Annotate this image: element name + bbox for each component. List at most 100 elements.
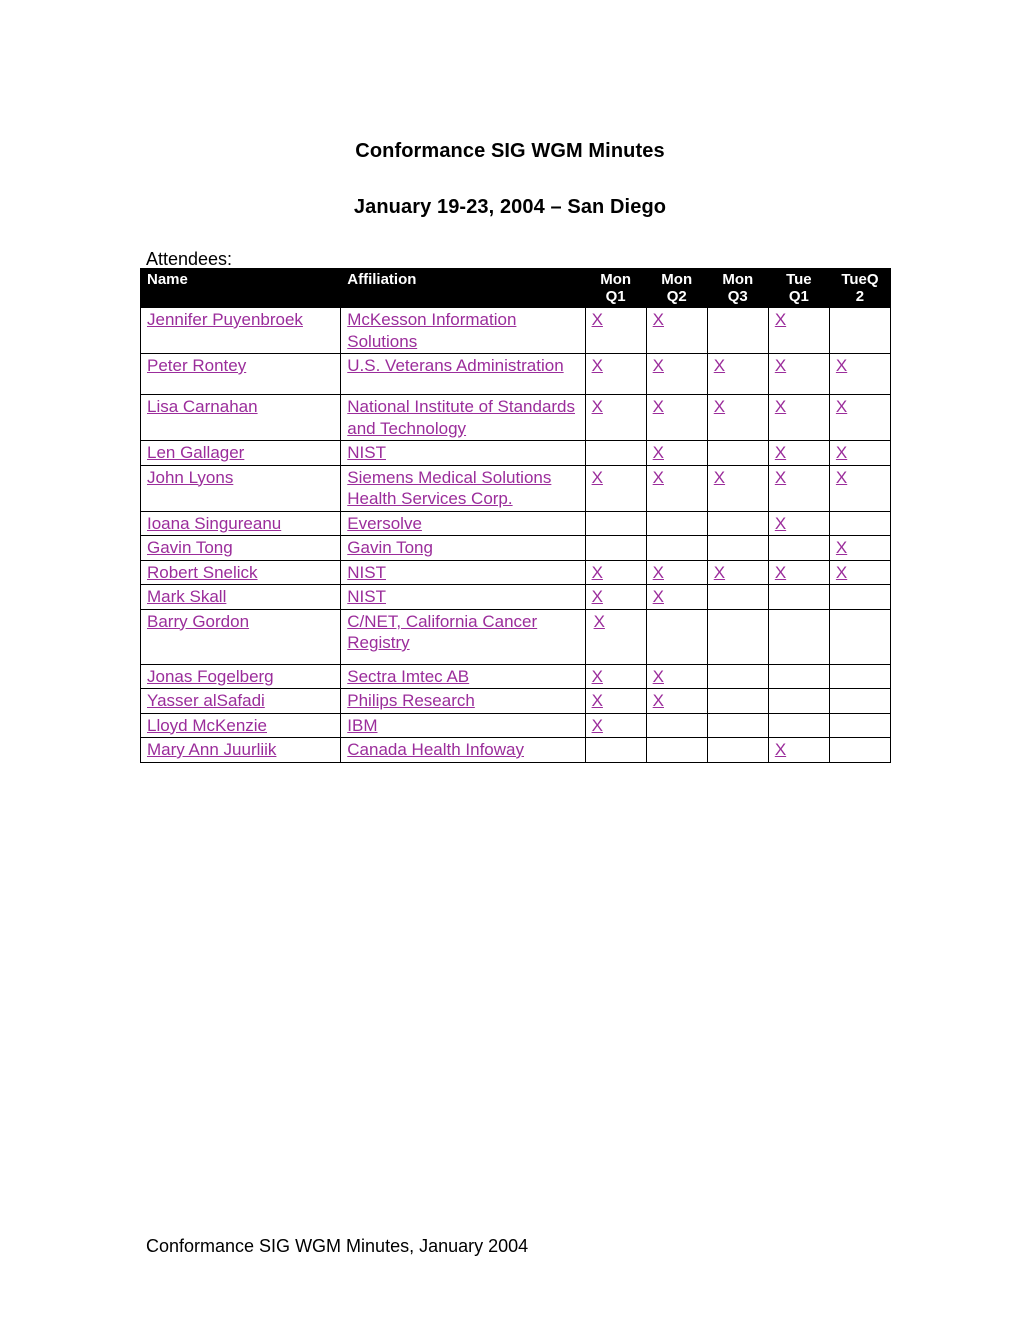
attendance-cell-mon-q2[interactable]: X: [645, 584, 708, 610]
attendee-name-link[interactable]: Robert Snelick: [147, 563, 258, 582]
attendee-affiliation-link[interactable]: NIST: [347, 587, 386, 606]
attendee-affiliation[interactable]: Sectra Imtec AB: [340, 663, 586, 689]
attendee-name[interactable]: Lisa Carnahan: [139, 394, 342, 441]
attendee-name[interactable]: Ioana Singureanu: [139, 510, 342, 536]
attendee-name[interactable]: Peter Rontey: [139, 353, 342, 395]
attendee-name-link[interactable]: Lloyd McKenzie: [147, 716, 267, 735]
attendance-cell-tue-q2[interactable]: X: [828, 440, 892, 466]
attendee-name-link[interactable]: Peter Rontey: [147, 356, 246, 375]
attendance-cell-tue-q2[interactable]: X: [828, 394, 892, 441]
attendee-name[interactable]: Robert Snelick: [139, 559, 342, 585]
attendance-cell-tue-q1[interactable]: [767, 712, 830, 738]
attendance-cell-tue-q1[interactable]: X: [767, 510, 830, 536]
attendance-cell-mon-q1[interactable]: [584, 535, 647, 561]
attendance-cell-mon-q1[interactable]: [584, 737, 647, 763]
attendance-cell-mon-q1[interactable]: X: [584, 464, 647, 512]
attendee-name[interactable]: Lloyd McKenzie: [139, 712, 342, 738]
attendee-affiliation-link[interactable]: National Institute of Standards and Tech…: [347, 397, 575, 438]
attendee-name[interactable]: John Lyons: [139, 464, 342, 512]
attendance-cell-mon-q3[interactable]: X: [706, 559, 769, 585]
attendance-cell-mon-q2[interactable]: X: [645, 440, 708, 466]
attendee-affiliation[interactable]: C/NET, California Cancer Registry: [340, 608, 586, 665]
attendee-affiliation-link[interactable]: U.S. Veterans Administration: [347, 356, 563, 375]
attendance-cell-mon-q2[interactable]: [645, 608, 708, 665]
attendee-affiliation[interactable]: Eversolve: [340, 510, 586, 536]
attendance-cell-tue-q1[interactable]: X: [767, 394, 830, 441]
attendance-cell-mon-q1[interactable]: X: [584, 712, 647, 738]
attendance-cell-mon-q2[interactable]: X: [645, 464, 708, 512]
attendee-affiliation-link[interactable]: C/NET, California Cancer Registry: [347, 612, 537, 653]
attendance-cell-mon-q3[interactable]: X: [706, 464, 769, 512]
attendance-cell-tue-q2[interactable]: [828, 663, 892, 689]
attendance-cell-mon-q1[interactable]: [584, 440, 647, 466]
attendee-name-link[interactable]: Jonas Fogelberg: [147, 667, 274, 686]
attendance-cell-mon-q2[interactable]: [645, 737, 708, 763]
attendee-name-link[interactable]: John Lyons: [147, 468, 233, 487]
attendance-cell-tue-q2[interactable]: [828, 737, 892, 763]
attendee-affiliation-link[interactable]: Eversolve: [347, 514, 422, 533]
attendance-cell-tue-q1[interactable]: [767, 584, 830, 610]
attendee-name-link[interactable]: Lisa Carnahan: [147, 397, 258, 416]
attendance-cell-tue-q2[interactable]: [828, 307, 892, 354]
attendance-cell-mon-q2[interactable]: [645, 510, 708, 536]
attendance-cell-mon-q1[interactable]: [584, 510, 647, 536]
attendance-cell-tue-q1[interactable]: X: [767, 559, 830, 585]
attendance-cell-tue-q2[interactable]: X: [828, 464, 892, 512]
attendance-cell-mon-q1[interactable]: X: [584, 559, 647, 585]
attendee-name-link[interactable]: Barry Gordon: [147, 612, 249, 631]
attendee-affiliation[interactable]: Siemens Medical Solutions Health Service…: [340, 464, 586, 512]
attendance-cell-mon-q2[interactable]: [645, 712, 708, 738]
attendee-affiliation[interactable]: NIST: [340, 440, 586, 466]
attendance-cell-tue-q1[interactable]: [767, 608, 830, 665]
attendee-affiliation-link[interactable]: NIST: [347, 563, 386, 582]
attendance-cell-mon-q3[interactable]: [706, 510, 769, 536]
attendance-cell-mon-q1[interactable]: X: [584, 307, 647, 354]
attendee-name-link[interactable]: Ioana Singureanu: [147, 514, 281, 533]
attendance-cell-tue-q1[interactable]: [767, 535, 830, 561]
attendee-affiliation[interactable]: Canada Health Infoway: [340, 737, 586, 763]
attendance-cell-tue-q2[interactable]: [828, 510, 892, 536]
attendance-cell-tue-q2[interactable]: [828, 584, 892, 610]
attendance-cell-tue-q2[interactable]: X: [828, 559, 892, 585]
attendee-affiliation-link[interactable]: Canada Health Infoway: [347, 740, 524, 759]
attendance-cell-mon-q1[interactable]: X: [584, 608, 647, 665]
attendance-cell-tue-q2[interactable]: [828, 608, 892, 665]
attendance-cell-mon-q2[interactable]: X: [645, 688, 708, 714]
attendee-name-link[interactable]: Mary Ann Juurliik: [147, 740, 276, 759]
attendee-name-link[interactable]: Len Gallager: [147, 443, 244, 462]
attendee-affiliation-link[interactable]: IBM: [347, 716, 377, 735]
attendance-cell-tue-q1[interactable]: X: [767, 737, 830, 763]
attendee-name[interactable]: Jonas Fogelberg: [139, 663, 342, 689]
attendance-cell-mon-q1[interactable]: X: [584, 688, 647, 714]
attendee-name-link[interactable]: Jennifer Puyenbroek: [147, 310, 303, 329]
attendee-affiliation-link[interactable]: Siemens Medical Solutions Health Service…: [347, 468, 551, 509]
attendance-cell-mon-q3[interactable]: [706, 535, 769, 561]
attendee-name[interactable]: Len Gallager: [139, 440, 342, 466]
attendance-cell-mon-q2[interactable]: X: [645, 663, 708, 689]
attendance-cell-mon-q3[interactable]: [706, 584, 769, 610]
attendance-cell-tue-q1[interactable]: [767, 688, 830, 714]
attendance-cell-mon-q3[interactable]: [706, 307, 769, 354]
attendee-affiliation[interactable]: NIST: [340, 584, 586, 610]
attendance-cell-mon-q1[interactable]: X: [584, 663, 647, 689]
attendee-affiliation[interactable]: IBM: [340, 712, 586, 738]
attendance-cell-mon-q3[interactable]: X: [706, 353, 769, 395]
attendance-cell-mon-q3[interactable]: X: [706, 394, 769, 441]
attendee-affiliation[interactable]: McKesson Information Solutions: [340, 307, 586, 354]
attendance-cell-tue-q2[interactable]: X: [828, 535, 892, 561]
attendance-cell-mon-q2[interactable]: X: [645, 394, 708, 441]
attendee-name[interactable]: Mark Skall: [139, 584, 342, 610]
attendance-cell-tue-q2[interactable]: [828, 712, 892, 738]
attendee-affiliation-link[interactable]: Philips Research: [347, 691, 475, 710]
attendance-cell-mon-q2[interactable]: X: [645, 353, 708, 395]
attendance-cell-tue-q2[interactable]: X: [828, 353, 892, 395]
attendee-name[interactable]: Yasser alSafadi: [139, 688, 342, 714]
attendance-cell-mon-q3[interactable]: [706, 712, 769, 738]
attendee-affiliation-link[interactable]: Sectra Imtec AB: [347, 667, 469, 686]
attendance-cell-mon-q1[interactable]: X: [584, 353, 647, 395]
attendance-cell-tue-q1[interactable]: X: [767, 307, 830, 354]
attendee-name-link[interactable]: Mark Skall: [147, 587, 226, 606]
attendance-cell-mon-q3[interactable]: [706, 440, 769, 466]
attendee-affiliation-link[interactable]: NIST: [347, 443, 386, 462]
attendee-name[interactable]: Gavin Tong: [139, 535, 342, 561]
